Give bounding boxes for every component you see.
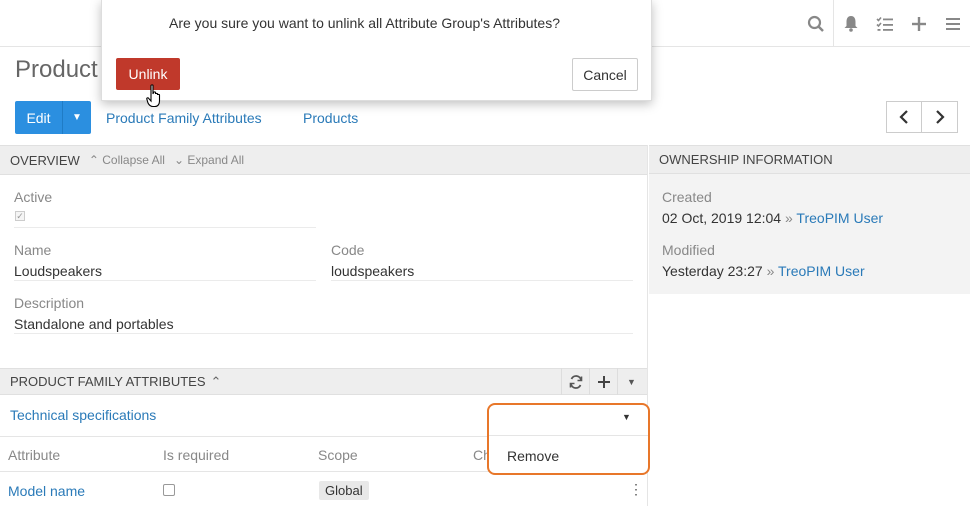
- previous-record-button[interactable]: [886, 101, 922, 133]
- product-family-attributes-link[interactable]: Product Family Attributes: [106, 110, 262, 126]
- record-pager: [886, 101, 958, 133]
- refresh-button[interactable]: [561, 368, 589, 395]
- modified-label: Modified: [662, 242, 715, 258]
- divider: [14, 280, 316, 281]
- chevron-right-icon: [935, 110, 945, 124]
- pfa-toolbar: ▼: [561, 368, 645, 395]
- modified-date: Yesterday 23:27: [662, 263, 763, 279]
- scope-badge: Global: [319, 481, 369, 500]
- expand-all-label: Expand All: [187, 153, 245, 167]
- separator: »: [784, 210, 793, 226]
- ownership-title: OWNERSHIP INFORMATION: [659, 152, 833, 167]
- search-icon[interactable]: [799, 0, 833, 47]
- next-record-button[interactable]: [922, 101, 958, 133]
- attribute-link[interactable]: Model name: [8, 483, 85, 499]
- confirm-dialog: Are you sure you want to unlink all Attr…: [101, 0, 652, 101]
- refresh-icon: [569, 374, 582, 389]
- name-label: Name: [14, 242, 52, 258]
- row-actions-icon[interactable]: ⋮: [629, 481, 643, 498]
- pfa-title: PRODUCT FAMILY ATTRIBUTES: [10, 374, 206, 389]
- caret-down-icon: ▼: [72, 112, 82, 123]
- pfa-dropdown-toggle[interactable]: ▼: [617, 368, 645, 395]
- active-label: Active: [14, 189, 53, 205]
- column-header-attribute[interactable]: Attribute: [8, 447, 60, 463]
- group-actions-dropdown: ▼ Remove: [487, 403, 650, 475]
- is-required-checkbox[interactable]: [163, 484, 175, 496]
- bell-icon[interactable]: [834, 0, 868, 47]
- collapse-all-button[interactable]: ⌃ Collapse All: [89, 153, 165, 167]
- ownership-panel-header: OWNERSHIP INFORMATION: [649, 145, 970, 174]
- active-checkbox: ✓: [15, 211, 25, 221]
- expand-all-button[interactable]: ⌄ Expand All: [174, 153, 244, 167]
- chevron-up-icon: ⌃: [88, 153, 99, 167]
- chevron-left-icon: [899, 110, 908, 124]
- confirm-message: Are you sure you want to unlink all Attr…: [169, 15, 560, 31]
- caret-down-icon: ▼: [627, 376, 636, 387]
- divider: [489, 435, 648, 436]
- code-label: Code: [331, 242, 365, 258]
- divider: [14, 333, 633, 334]
- add-button[interactable]: [589, 368, 617, 395]
- page-title: Product: [15, 56, 98, 83]
- menu-icon[interactable]: [936, 0, 970, 47]
- modified-by-link[interactable]: TreoPIM User: [778, 263, 865, 279]
- overview-title: OVERVIEW: [10, 152, 80, 168]
- modified-value: Yesterday 23:27 » TreoPIM User: [662, 263, 865, 279]
- hand-pointer-icon: [146, 84, 161, 108]
- pfa-panel-header: PRODUCT FAMILY ATTRIBUTES ⌃: [0, 368, 647, 395]
- divider: [331, 280, 633, 281]
- code-value: loudspeakers: [331, 263, 415, 279]
- created-by-link[interactable]: TreoPIM User: [796, 210, 883, 226]
- description-value: Standalone and portables: [14, 316, 174, 332]
- cancel-button[interactable]: Cancel: [572, 58, 638, 91]
- caret-down-icon[interactable]: ▼: [622, 412, 631, 422]
- remove-menu-item[interactable]: Remove: [507, 448, 559, 464]
- edit-dropdown-toggle[interactable]: ▼: [62, 101, 91, 134]
- collapse-all-label: Collapse All: [102, 153, 165, 167]
- column-header-is-required[interactable]: Is required: [163, 447, 229, 463]
- plus-icon: [597, 375, 610, 388]
- tasks-icon[interactable]: [868, 0, 902, 47]
- column-header-scope[interactable]: Scope: [318, 447, 358, 463]
- edit-button[interactable]: Edit: [15, 101, 62, 134]
- created-date: 02 Oct, 2019 12:04: [662, 210, 782, 226]
- created-value: 02 Oct, 2019 12:04 » TreoPIM User: [662, 210, 883, 226]
- created-label: Created: [662, 189, 712, 205]
- description-label: Description: [14, 295, 85, 311]
- chevron-down-icon: ⌄: [173, 153, 185, 167]
- chevron-up-icon[interactable]: ⌃: [211, 374, 222, 390]
- divider: [14, 227, 316, 228]
- separator: »: [766, 263, 775, 279]
- attribute-group-title[interactable]: Technical specifications: [10, 407, 156, 423]
- edit-button-group: Edit ▼: [15, 101, 91, 134]
- plus-icon[interactable]: [902, 0, 936, 47]
- products-link[interactable]: Products: [303, 110, 358, 126]
- name-value: Loudspeakers: [14, 263, 102, 279]
- overview-panel-header: OVERVIEW ⌃ Collapse All ⌄ Expand All: [0, 145, 647, 175]
